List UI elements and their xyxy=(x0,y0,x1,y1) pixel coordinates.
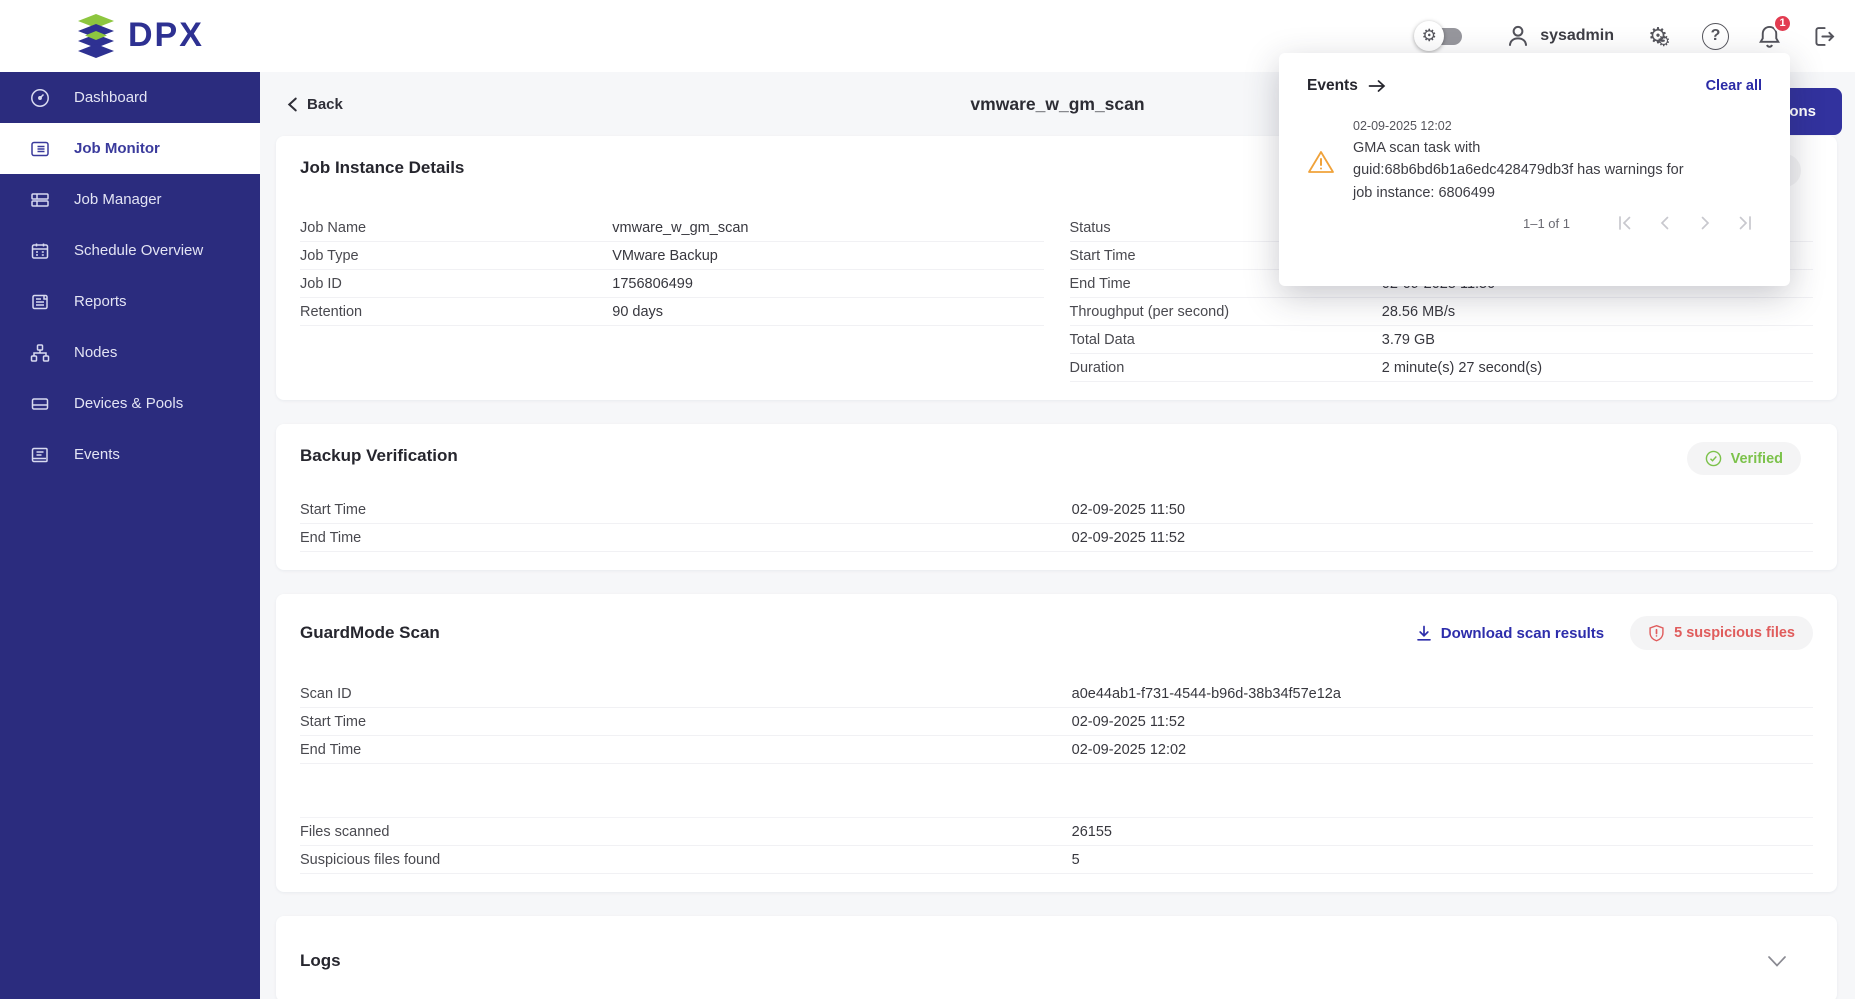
sidebar-item-nodes[interactable]: Nodes xyxy=(0,327,260,378)
logout-icon[interactable] xyxy=(1810,23,1837,50)
shield-alert-icon xyxy=(1648,624,1665,642)
detail-row: Duration 2 minute(s) 27 second(s) xyxy=(1070,354,1814,382)
app-window: DPX ⚙ sysadmin ⚙ ⚙ ? xyxy=(0,0,1855,999)
pagination-count: 1–1 of 1 xyxy=(1523,216,1570,231)
chevron-down-icon xyxy=(1767,955,1787,968)
sidebar-item-label: Schedule Overview xyxy=(74,242,203,259)
chevron-left-icon xyxy=(286,97,299,112)
event-timestamp: 02-09-2025 12:02 xyxy=(1353,119,1689,133)
download-scan-results-link[interactable]: Download scan results xyxy=(1416,625,1604,642)
download-icon xyxy=(1416,625,1432,642)
guardmode-title: GuardMode Scan xyxy=(300,623,440,643)
last-page-icon[interactable] xyxy=(1730,214,1760,232)
theme-gear-icon: ⚙ xyxy=(1414,21,1444,51)
clear-all-button[interactable]: Clear all xyxy=(1706,78,1762,94)
job-manager-icon xyxy=(28,188,52,212)
previous-page-icon[interactable] xyxy=(1650,214,1680,232)
events-pagination: 1–1 of 1 xyxy=(1307,214,1762,232)
detail-row: Throughput (per second) 28.56 MB/s xyxy=(1070,298,1814,326)
detail-row: Total Data 3.79 GB xyxy=(1070,326,1814,354)
suspicious-files-badge: 5 suspicious files xyxy=(1630,616,1813,650)
events-popup: Events Clear all 02-09-2025 12:02 GMA sc… xyxy=(1279,53,1790,286)
check-circle-icon xyxy=(1705,450,1722,467)
job-details-left-column: Job Name vmware_w_gm_scan Job Type VMwar… xyxy=(300,214,1044,382)
detail-row: Start Time 02-09-2025 11:52 xyxy=(300,708,1813,736)
sidebar: Dashboard Job Monitor Job Manager xyxy=(0,72,260,999)
sidebar-item-job-monitor[interactable]: Job Monitor xyxy=(0,123,260,174)
detail-row: End Time 02-09-2025 11:52 xyxy=(300,524,1813,552)
nodes-icon xyxy=(28,341,52,365)
detail-row: Scan ID a0e44ab1-f731-4544-b96d-38b34f57… xyxy=(300,680,1813,708)
events-popup-title: Events xyxy=(1307,77,1358,95)
backup-verification-card: Backup Verification Verified Start Time … xyxy=(276,424,1837,570)
logs-title: Logs xyxy=(300,951,341,971)
sidebar-item-schedule-overview[interactable]: Schedule Overview xyxy=(0,225,260,276)
dpx-logo-icon xyxy=(74,12,118,58)
sidebar-item-label: Reports xyxy=(74,293,127,310)
help-glyph: ? xyxy=(1702,23,1729,50)
back-label: Back xyxy=(307,96,343,113)
sidebar-item-job-manager[interactable]: Job Manager xyxy=(0,174,260,225)
user-menu[interactable]: sysadmin xyxy=(1505,23,1614,49)
logs-expand-button[interactable] xyxy=(1767,955,1787,968)
detail-row: Job Name vmware_w_gm_scan xyxy=(300,214,1044,242)
logs-card: Logs xyxy=(276,916,1837,999)
detail-row: End Time 02-09-2025 12:02 xyxy=(300,736,1813,764)
verified-badge: Verified xyxy=(1687,442,1801,475)
brand-name: DPX xyxy=(128,16,204,55)
sidebar-item-label: Job Monitor xyxy=(74,140,160,157)
empty-rows-spacer xyxy=(300,764,1813,818)
sidebar-item-reports[interactable]: Reports xyxy=(0,276,260,327)
sidebar-item-devices-pools[interactable]: Devices & Pools xyxy=(0,378,260,429)
sidebar-item-dashboard[interactable]: Dashboard xyxy=(0,72,260,123)
detail-row: Start Time 02-09-2025 11:50 xyxy=(300,496,1813,524)
page-title: vmware_w_gm_scan xyxy=(970,94,1144,115)
notifications-bell-icon[interactable]: 1 xyxy=(1756,23,1783,50)
dpx-logo: DPX xyxy=(74,12,204,58)
sidebar-item-label: Dashboard xyxy=(74,89,147,106)
job-monitor-icon xyxy=(28,137,52,161)
system-settings-icon[interactable]: ⚙ ⚙ xyxy=(1641,25,1675,47)
detail-row: Retention 90 days xyxy=(300,298,1044,326)
guardmode-scan-card: GuardMode Scan Download scan results xyxy=(276,594,1837,892)
reports-icon xyxy=(28,290,52,314)
help-icon[interactable]: ? xyxy=(1702,23,1729,50)
first-page-icon[interactable] xyxy=(1610,214,1640,232)
job-name-link[interactable]: vmware_w_gm_scan xyxy=(612,220,748,236)
backup-verification-title: Backup Verification xyxy=(300,446,1813,466)
sidebar-item-label: Devices & Pools xyxy=(74,395,183,412)
next-page-icon[interactable] xyxy=(1690,214,1720,232)
sidebar-item-events[interactable]: Events xyxy=(0,429,260,480)
detail-row: Suspicious files found 5 xyxy=(300,846,1813,874)
arrow-right-icon[interactable] xyxy=(1368,79,1386,93)
warning-triangle-icon xyxy=(1307,149,1335,175)
devices-pools-icon xyxy=(28,392,52,416)
theme-toggle[interactable]: ⚙ xyxy=(1416,26,1462,46)
gear-small-icon: ⚙ xyxy=(1657,34,1670,49)
back-button[interactable]: Back xyxy=(286,96,343,113)
event-message: GMA scan task with guid:68b6bd6b1a6edc42… xyxy=(1353,137,1689,204)
dashboard-icon xyxy=(28,86,52,110)
event-item: 02-09-2025 12:02 GMA scan task with guid… xyxy=(1307,119,1762,204)
logout-glyph xyxy=(1810,23,1837,50)
username: sysadmin xyxy=(1540,27,1614,45)
schedule-overview-icon xyxy=(28,239,52,263)
detail-row: Job ID 1756806499 xyxy=(300,270,1044,298)
sidebar-item-label: Job Manager xyxy=(74,191,162,208)
detail-row: Files scanned 26155 xyxy=(300,818,1813,846)
notification-count-badge: 1 xyxy=(1773,14,1792,33)
events-icon xyxy=(28,443,52,467)
user-icon xyxy=(1505,23,1531,49)
sidebar-item-label: Events xyxy=(74,446,120,463)
detail-row: Job Type VMware Backup xyxy=(300,242,1044,270)
sidebar-item-label: Nodes xyxy=(74,344,117,361)
